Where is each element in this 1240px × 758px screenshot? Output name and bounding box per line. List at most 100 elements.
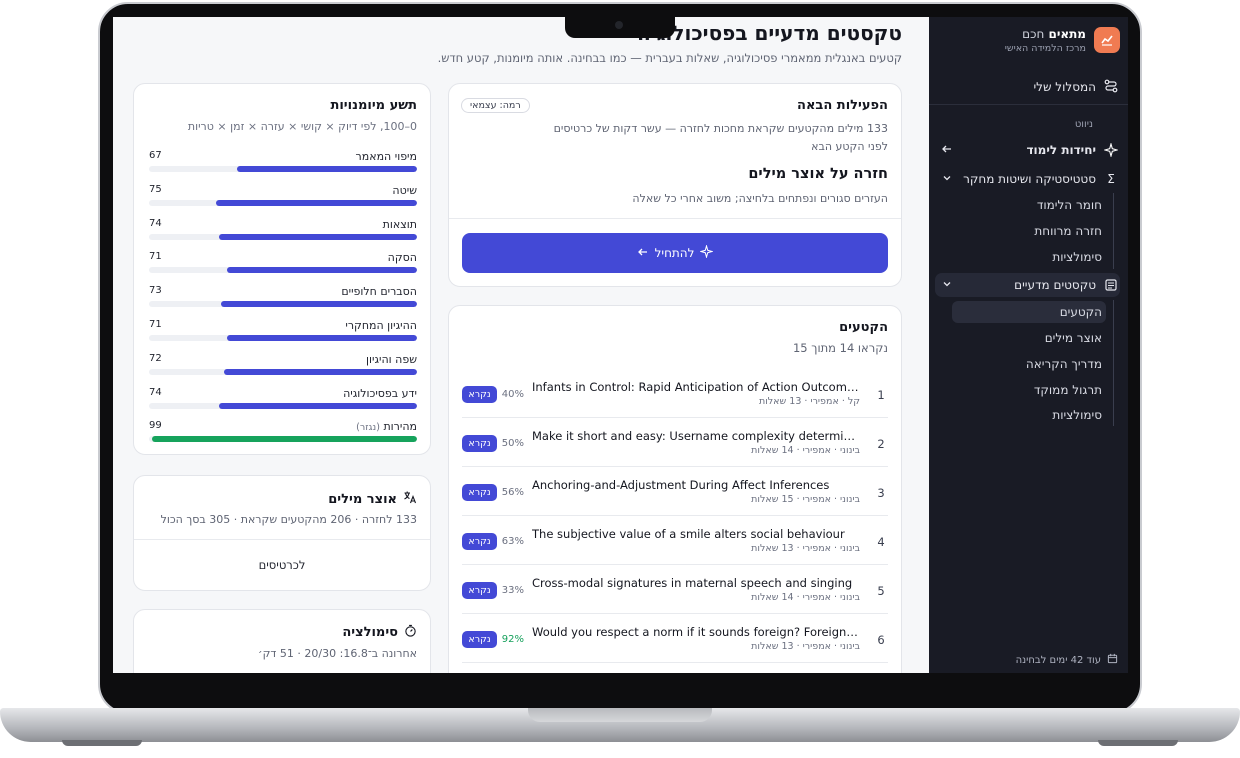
next-activity-description: 133 מילים מהקטעים שקראת מחכות לחזרה — עש… — [553, 122, 888, 153]
sidebar-item-units[interactable]: יחידות לימוד — [935, 138, 1120, 162]
laptop-base — [0, 708, 1240, 742]
skill-label: מיפוי המאמר — [355, 150, 417, 163]
skill-progress-fill — [226, 267, 417, 274]
skill-value: 72 — [149, 352, 162, 364]
sidebar-subitem[interactable]: תרגול ממוקד — [952, 379, 1102, 401]
read-badge: נקרא — [462, 582, 497, 599]
arrow-left-icon[interactable] — [941, 143, 953, 158]
skill-progress-fill — [237, 166, 417, 172]
skills-heading: תשע מיומנויות — [330, 98, 417, 113]
passage-title: Anchoring-and-Adjustment During Affect I… — [532, 478, 830, 492]
passage-number: 4 — [877, 535, 885, 549]
passage-meta: בינוני · אמפירי · 14 שאלות — [751, 592, 860, 603]
passage-meta: בינוני · אמפירי · 14 שאלות — [751, 445, 860, 456]
start-button[interactable]: להתחיל — [462, 233, 888, 273]
simulation-heading: סימולציה — [342, 625, 398, 640]
skill-value: 67 — [149, 150, 162, 161]
skill-progress-track — [149, 233, 417, 240]
skill-progress-fill — [226, 335, 417, 341]
sidebar-divider — [929, 104, 1128, 105]
skill-row: ההיגיון המחקרי 71 — [149, 319, 417, 345]
skill-row: הסקה 71 — [149, 251, 417, 277]
skill-progress-track — [149, 436, 417, 443]
sidebar-subitem[interactable]: חזרה מרווחת — [952, 220, 1102, 242]
laptop-foot — [62, 740, 142, 746]
skill-value: 73 — [149, 285, 162, 297]
sidebar-group-statistics[interactable]: Σ סטטיסטיקה ושיטות מחקר — [935, 167, 1120, 191]
card-divider — [449, 218, 901, 219]
skill-name: שיטה — [392, 184, 417, 197]
skill-label: תוצאות — [382, 217, 417, 231]
sigma-icon: Σ — [1107, 172, 1115, 186]
sidebar-subitem[interactable]: אוצר מילים — [952, 327, 1102, 349]
passage-score: 50% — [501, 438, 524, 449]
sidebar-subitem[interactable]: סימולציות — [952, 246, 1102, 268]
sidebar-subitem[interactable]: מדריך הקריאה — [952, 353, 1102, 375]
passage-row[interactable]: 2 Make it short and easy: Username compl… — [462, 418, 888, 467]
passage-meta: בינוני · אמפירי · 13 שאלות — [751, 543, 860, 554]
skill-label: מהירות — [383, 420, 417, 434]
skill-value: 74 — [149, 386, 162, 398]
sidebar-group-label: טקסטים מדעיים — [1014, 278, 1096, 292]
passage-row[interactable]: 3 Anchoring-and-Adjustment During Affect… — [462, 467, 888, 516]
passage-title: Would you respect a norm if it sounds fo… — [532, 625, 860, 639]
skill-row: שיטה 75 — [149, 184, 417, 210]
chevron-down-icon — [941, 172, 953, 187]
nav-section-label: ניווט — [1074, 119, 1093, 130]
sidebar-item-label: יחידות לימוד — [1026, 143, 1096, 157]
vocabulary-heading: אוצר מילים — [328, 491, 397, 507]
page-title: טקסטים מדעיים בפסיכולוגיה — [636, 21, 902, 45]
my-path-link[interactable]: המסלול שלי — [938, 77, 1118, 97]
passage-title: Cross-modal signatures in maternal speec… — [532, 576, 853, 590]
brand[interactable]: מתאים חכם מרכז הלמידה האישי — [935, 27, 1120, 57]
flashcards-link[interactable]: לכרטיסים — [134, 539, 430, 591]
skill-progress-track — [149, 335, 417, 341]
skill-row: הסברים חלופיים 73 — [149, 285, 417, 311]
skill-name: ההיגיון המחקרי — [345, 319, 417, 332]
sidebar-subitem[interactable]: חומר הלימוד — [952, 194, 1102, 216]
brand-subtitle: מרכז הלמידה האישי — [1004, 43, 1086, 54]
sidebar: מתאים חכם מרכז הלמידה האישי המסלול שלי נ… — [929, 17, 1128, 673]
passage-row[interactable]: 5 Cross-modal signatures in maternal spe… — [462, 565, 888, 614]
translate-icon — [403, 490, 417, 508]
skill-row: מהירות (נגזר) 99 — [149, 420, 417, 446]
skill-progress-track — [149, 301, 417, 308]
sidebar-subitem[interactable]: סימולציות — [952, 404, 1102, 426]
sidebar-group-label: סטטיסטיקה ושיטות מחקר — [963, 172, 1096, 186]
next-activity-detail: העזרים סגורים ונפתחים בלחיצה; משוב אחרי … — [632, 192, 888, 205]
passage-row[interactable]: 4 The subjective value of a smile alters… — [462, 516, 888, 565]
passage-score: 40% — [501, 389, 524, 400]
sparkles-icon — [699, 244, 715, 261]
skill-value: 71 — [149, 319, 162, 330]
sidebar-group-scientific-texts[interactable]: טקסטים מדעיים — [935, 273, 1120, 297]
skill-name: הסקה — [388, 251, 417, 264]
passage-title: The subjective value of a smile alters s… — [532, 527, 845, 541]
sparkles-icon — [1102, 143, 1120, 157]
sidebar-subitem-active[interactable]: הקטעים — [952, 301, 1106, 323]
passage-row[interactable]: 6 Would you respect a norm if it sounds … — [462, 614, 888, 663]
skill-progress-track — [149, 199, 417, 206]
exam-countdown-text: עוד 42 ימים לבחינה — [1015, 654, 1101, 666]
arrow-left-icon — [637, 246, 649, 261]
passage-row[interactable]: 1 Infants in Control: Rapid Anticipation… — [462, 369, 888, 418]
passage-score: 56% — [501, 487, 524, 498]
vocabulary-heading-row: אוצר מילים — [328, 490, 417, 508]
simulation-last-result: אחרונה ב־16.8: 20/30 · 51 דק׳ — [258, 647, 417, 660]
tree-line — [1113, 193, 1114, 269]
chevron-down-icon — [941, 278, 953, 293]
skill-name: שפה והיגיון — [366, 353, 417, 366]
skill-value: 74 — [149, 217, 162, 229]
skill-label: שיטה — [392, 183, 417, 197]
passage-meta: קל · אמפירי · 13 שאלות — [758, 396, 860, 407]
start-button-label: להתחיל — [654, 246, 695, 260]
skill-row: ידע בפסיכולוגיה 74 — [149, 387, 417, 413]
passage-number: 6 — [877, 633, 885, 647]
skill-progress-fill — [221, 301, 417, 308]
passages-heading: הקטעים — [839, 320, 888, 335]
skill-label: ההיגיון המחקרי — [345, 319, 417, 332]
skill-progress-fill — [218, 233, 417, 240]
passages-card: הקטעים נקראו 14 מתוך 15 1 Infants in Con… — [448, 305, 902, 673]
skill-name: מהירות (נגזר) — [356, 420, 417, 433]
passage-number: 5 — [877, 584, 885, 598]
vocabulary-card: אוצר מילים 133 לחזרה · 206 מהקטעים שקראת… — [133, 475, 431, 591]
